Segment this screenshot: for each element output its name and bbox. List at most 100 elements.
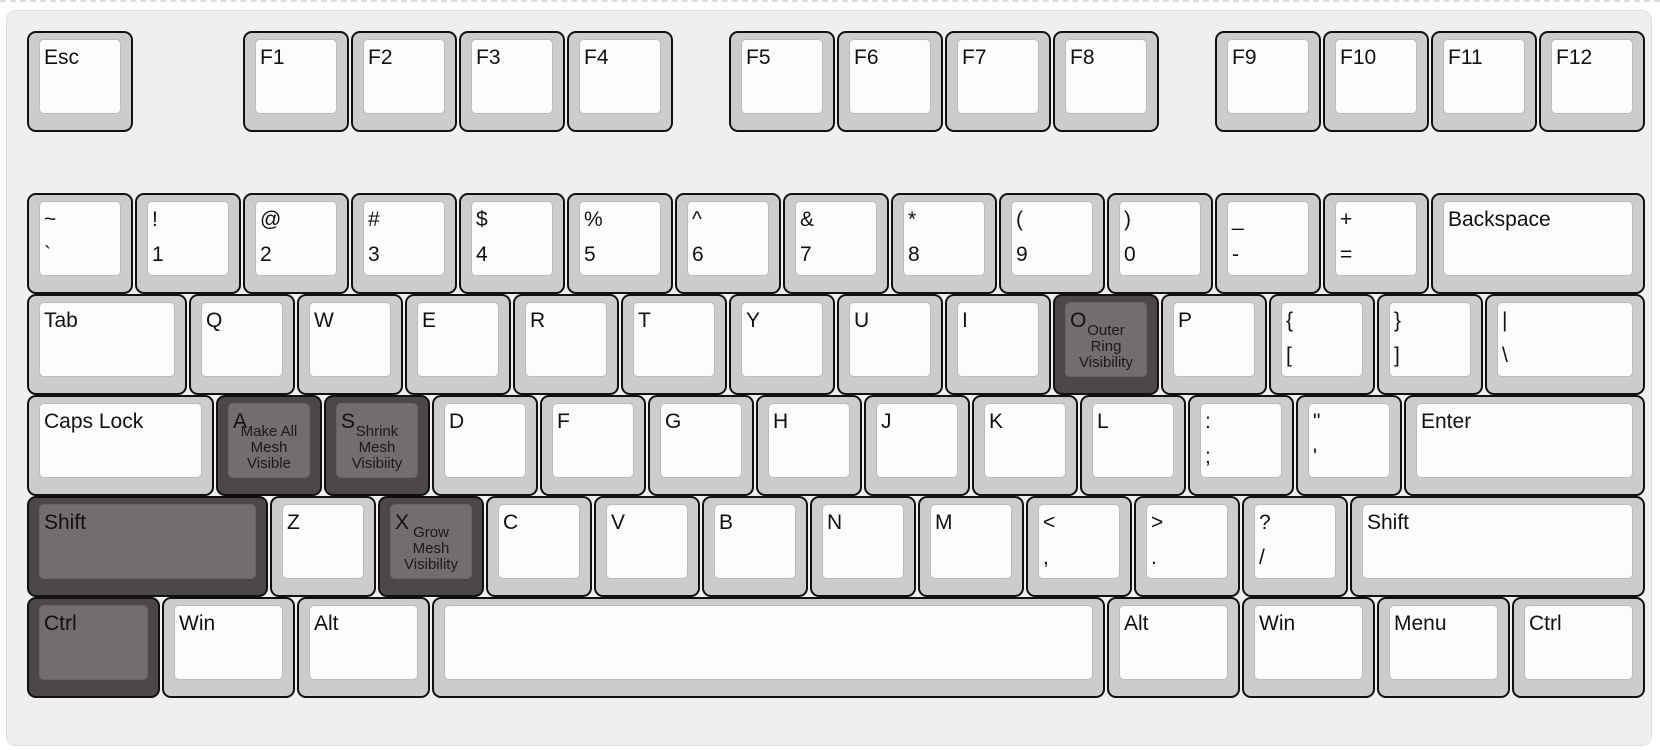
key-f12[interactable]: F12 <box>1539 31 1645 132</box>
key-f11[interactable]: F11 <box>1431 31 1537 132</box>
key-symbol[interactable]: _ - <box>1215 193 1321 294</box>
key-shift-legend: [ <box>1286 344 1292 367</box>
key-legend: | <box>1502 309 1508 332</box>
key-tab[interactable]: Tab <box>27 294 187 395</box>
keycap-face: Win <box>174 605 283 680</box>
key-shift-legend: 9 <box>1016 243 1028 266</box>
key-symbol[interactable]: :; <box>1188 395 1294 496</box>
key-win[interactable]: Win <box>162 597 295 698</box>
key-f4[interactable]: F4 <box>567 31 673 132</box>
key-legend: % <box>584 208 603 231</box>
key-shift[interactable]: Shift <box>27 496 268 597</box>
key-legend: T <box>638 309 651 332</box>
key-f1[interactable]: F1 <box>243 31 349 132</box>
keycap-face: U <box>849 302 931 377</box>
key-n[interactable]: N <box>810 496 916 597</box>
key-p[interactable]: P <box>1161 294 1267 395</box>
key-menu[interactable]: Menu <box>1377 597 1510 698</box>
key-s[interactable]: S Shrink Mesh Visibiity <box>324 395 430 496</box>
key-action-label: Outer Ring Visibility <box>1079 322 1133 371</box>
key-symbol[interactable]: | \ <box>1485 294 1645 395</box>
key-c[interactable]: C <box>486 496 592 597</box>
key-shift[interactable]: Shift <box>1350 496 1645 597</box>
key-6[interactable]: ^ 6 <box>675 193 781 294</box>
key-q[interactable]: Q <box>189 294 295 395</box>
keycap-face: X Grow Mesh Visibility <box>390 504 472 579</box>
key-f6[interactable]: F6 <box>837 31 943 132</box>
key-1[interactable]: ! 1 <box>135 193 241 294</box>
key-g[interactable]: G <box>648 395 754 496</box>
key-symbol[interactable]: {[ <box>1269 294 1375 395</box>
key-f2[interactable]: F2 <box>351 31 457 132</box>
key-t[interactable]: T <box>621 294 727 395</box>
key-f3[interactable]: F3 <box>459 31 565 132</box>
keycap-face: Caps Lock <box>39 403 202 478</box>
key-backspace[interactable]: Backspace <box>1431 193 1645 294</box>
key-ctrl[interactable]: Ctrl <box>1512 597 1645 698</box>
key-caps-lock[interactable]: Caps Lock <box>27 395 214 496</box>
key-x[interactable]: X Grow Mesh Visibility <box>378 496 484 597</box>
key-v[interactable]: V <box>594 496 700 597</box>
key-z[interactable]: Z <box>270 496 376 597</box>
key-w[interactable]: W <box>297 294 403 395</box>
keycap-face: ! 1 <box>147 201 229 276</box>
key-legend: Shift <box>44 511 87 534</box>
key-symbol[interactable]: }] <box>1377 294 1483 395</box>
key-2[interactable]: @2 <box>243 193 349 294</box>
key-symbol[interactable]: >. <box>1134 496 1240 597</box>
key-f9[interactable]: F9 <box>1215 31 1321 132</box>
key-k[interactable]: K <box>972 395 1078 496</box>
key-4[interactable]: $4 <box>459 193 565 294</box>
key-symbol[interactable]: " ' <box>1296 395 1402 496</box>
key-l[interactable]: L <box>1080 395 1186 496</box>
key-space[interactable] <box>432 597 1105 698</box>
key-enter[interactable]: Enter <box>1404 395 1645 496</box>
key-legend: Z <box>287 511 300 534</box>
key-symbol[interactable]: ? / <box>1242 496 1348 597</box>
key-r[interactable]: R <box>513 294 619 395</box>
key-shift-legend: 4 <box>476 243 488 266</box>
key-f[interactable]: F <box>540 395 646 496</box>
key-symbol[interactable]: + = <box>1323 193 1429 294</box>
key-5[interactable]: % 5 <box>567 193 673 294</box>
key-9[interactable]: (9 <box>999 193 1105 294</box>
key-legend: I <box>962 309 968 332</box>
key-legend: W <box>314 309 334 332</box>
key-shift-legend: \ <box>1502 344 1508 367</box>
key-j[interactable]: J <box>864 395 970 496</box>
key-shift-legend: 6 <box>692 243 704 266</box>
key-f7[interactable]: F7 <box>945 31 1051 132</box>
key-3[interactable]: #3 <box>351 193 457 294</box>
key-symbol[interactable]: ~ ` <box>27 193 133 294</box>
key-m[interactable]: M <box>918 496 1024 597</box>
key-o[interactable]: O Outer Ring Visibility <box>1053 294 1159 395</box>
key-d[interactable]: D <box>432 395 538 496</box>
key-b[interactable]: B <box>702 496 808 597</box>
key-legend: N <box>827 511 843 534</box>
key-win[interactable]: Win <box>1242 597 1375 698</box>
key-esc[interactable]: Esc <box>27 31 133 132</box>
key-legend: ( <box>1016 208 1023 231</box>
key-legend: E <box>422 309 437 332</box>
key-f5[interactable]: F5 <box>729 31 835 132</box>
key-7[interactable]: & 7 <box>783 193 889 294</box>
key-symbol[interactable]: <, <box>1026 496 1132 597</box>
key-alt[interactable]: Alt <box>1107 597 1240 698</box>
keycap-face: F10 <box>1335 39 1417 114</box>
key-e[interactable]: E <box>405 294 511 395</box>
key-0[interactable]: ) 0 <box>1107 193 1213 294</box>
key-8[interactable]: * 8 <box>891 193 997 294</box>
key-a[interactable]: A Make All Mesh Visible <box>216 395 322 496</box>
key-shift-legend: 1 <box>152 243 164 266</box>
key-i[interactable]: I <box>945 294 1051 395</box>
key-u[interactable]: U <box>837 294 943 395</box>
key-f10[interactable]: F10 <box>1323 31 1429 132</box>
keycap-face: E <box>417 302 499 377</box>
key-ctrl[interactable]: Ctrl <box>27 597 160 698</box>
key-shift-legend: - <box>1232 243 1239 266</box>
keycap-face: K <box>984 403 1066 478</box>
key-y[interactable]: Y <box>729 294 835 395</box>
key-alt[interactable]: Alt <box>297 597 430 698</box>
key-h[interactable]: H <box>756 395 862 496</box>
key-f8[interactable]: F8 <box>1053 31 1159 132</box>
